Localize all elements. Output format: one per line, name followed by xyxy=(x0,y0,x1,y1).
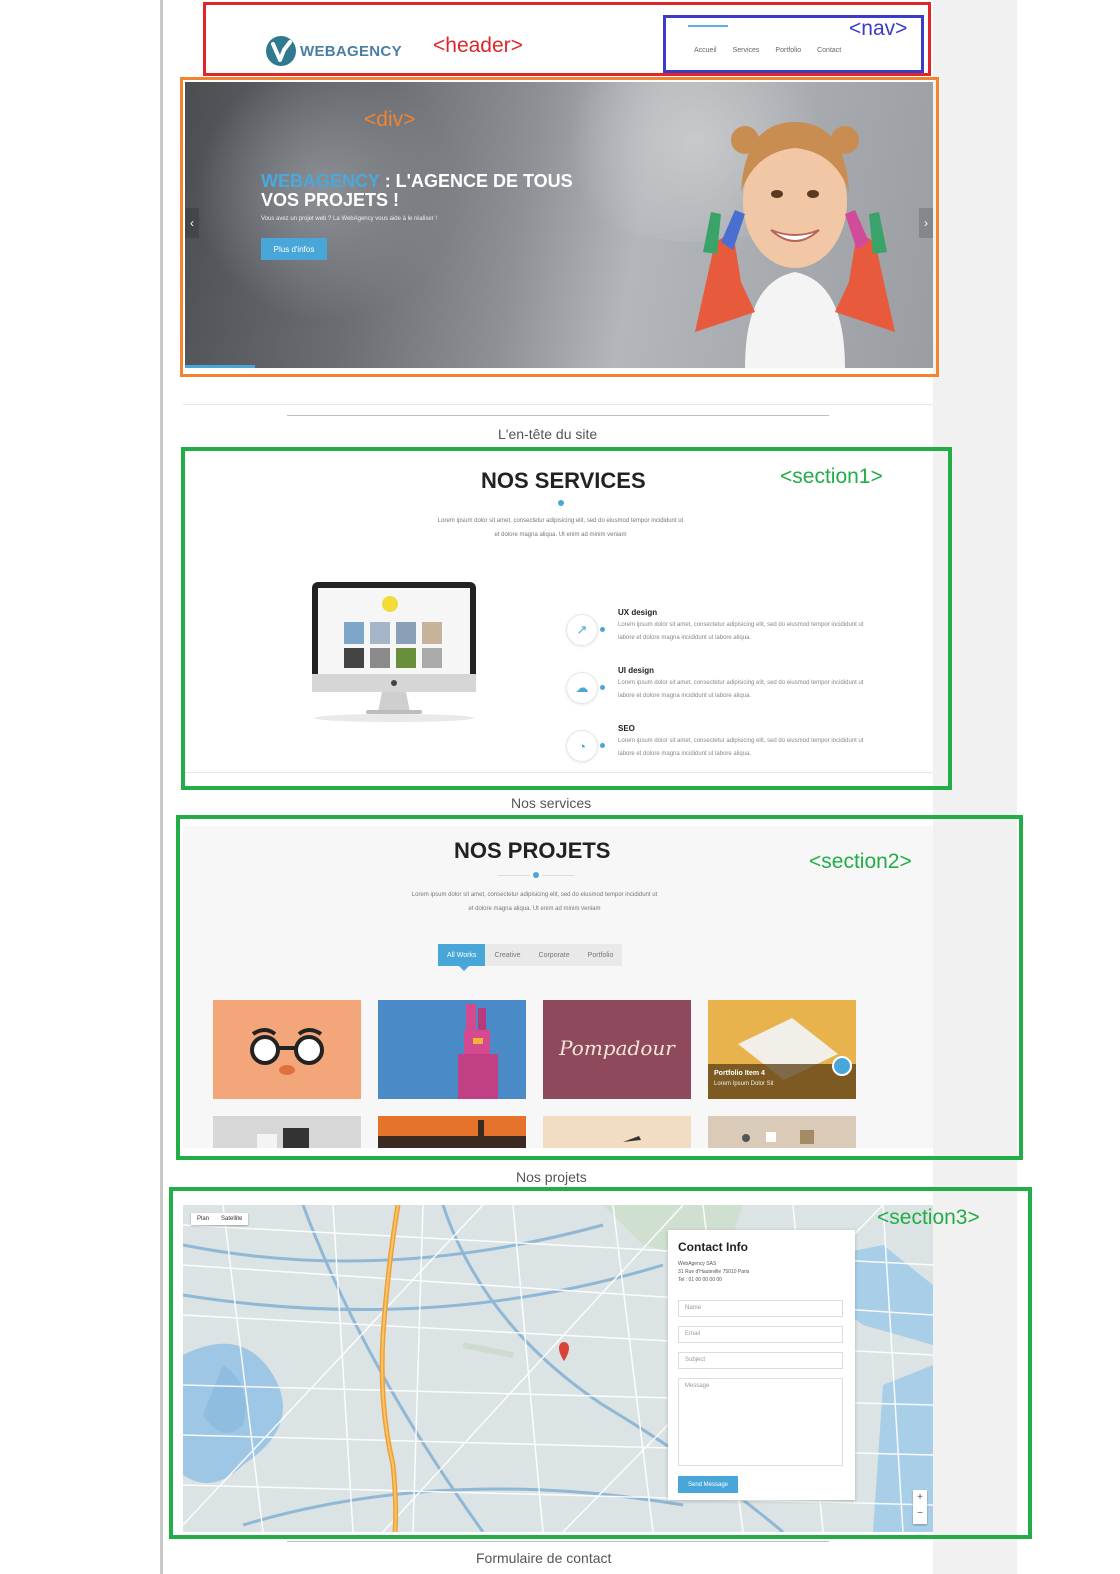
logo-icon xyxy=(266,36,296,66)
services-intro: Lorem ipsum dolor sit amet, consectetur … xyxy=(437,518,684,538)
annotation-section1-label: <section1> xyxy=(780,465,883,488)
name-field[interactable]: Name xyxy=(678,1300,843,1317)
tile-pompadour-text: Pompadour xyxy=(559,1036,675,1060)
service-desc: Lorem ipsum dolor sit amet, consectetur … xyxy=(618,680,864,699)
filter-creative[interactable]: Creative xyxy=(485,944,529,966)
annotation-section3-label: <section3> xyxy=(877,1206,980,1229)
imac-image xyxy=(312,582,476,722)
featured-title: Portfolio Item 4 xyxy=(714,1070,765,1077)
projects-title: NOS PROJETS xyxy=(454,838,611,863)
service-name: SEO xyxy=(618,724,635,733)
hero-subtitle: Vous avez un projet web ? La WebAgency v… xyxy=(261,216,437,222)
project-tile-bunny[interactable] xyxy=(378,1000,526,1099)
hero-title-accent: WEBAGENCY xyxy=(261,171,380,191)
project-tile-bags[interactable] xyxy=(213,1116,361,1148)
project-tile-featured[interactable]: Portfolio Item 4 Lorem Ipsum Dolor Sit xyxy=(708,1000,856,1099)
logo-text[interactable]: WEBAGENCY xyxy=(300,43,402,60)
service-item-ui: ☁ UI design Lorem ipsum dolor sit amet, … xyxy=(566,666,866,716)
more-info-button[interactable]: Plus d'infos xyxy=(261,238,327,260)
divider xyxy=(287,786,829,787)
caption-header: L'en-tête du site xyxy=(498,426,598,442)
email-field[interactable]: Email xyxy=(678,1326,843,1343)
main-nav: Accueil Services Portfolio Contact xyxy=(694,47,841,54)
annotation-section2-label: <section2> xyxy=(809,850,912,873)
title-dot xyxy=(533,872,539,878)
slider-prev-arrow[interactable]: ‹ xyxy=(185,208,199,238)
project-filter-tabs: All Works Creative Corporate Portfolio xyxy=(438,944,623,966)
cloud-icon: ☁ xyxy=(566,672,598,704)
map-type-satellite[interactable]: Satellite xyxy=(215,1213,248,1225)
nav-item-contact[interactable]: Contact xyxy=(817,47,841,54)
services-title: NOS SERVICES xyxy=(481,468,646,493)
annotation-div-label: <div> xyxy=(364,108,416,131)
slider-next-arrow[interactable]: › xyxy=(919,208,933,238)
title-dot xyxy=(558,500,564,506)
annotation-header-label: <header> xyxy=(433,34,523,57)
project-tile-city[interactable] xyxy=(378,1116,526,1148)
nav-item-portfolio[interactable]: Portfolio xyxy=(775,47,801,54)
service-desc: Lorem ipsum dolor sit amet, consectetur … xyxy=(618,622,864,641)
zoom-in-button[interactable]: + xyxy=(913,1490,927,1506)
left-rule xyxy=(160,0,163,1574)
service-name: UX design xyxy=(618,608,658,617)
contact-title: Contact Info xyxy=(678,1240,748,1254)
caption-contact: Formulaire de contact xyxy=(476,1550,612,1566)
glasses-icon xyxy=(250,1028,324,1075)
divider xyxy=(183,404,933,405)
zoom-out-button[interactable]: − xyxy=(913,1506,927,1522)
projects-intro: Lorem ipsum dolor sit amet, consectetur … xyxy=(411,892,658,912)
nav-item-services[interactable]: Services xyxy=(733,47,760,54)
service-name: UI design xyxy=(618,666,655,675)
filter-corporate[interactable]: Corporate xyxy=(530,944,579,966)
hero-slider: WEBAGENCY : L'AGENCE DE TOUS VOS PROJETS… xyxy=(185,82,933,368)
subject-field[interactable]: Subject xyxy=(678,1352,843,1369)
right-gutter xyxy=(933,0,1017,1574)
map-type-toggle: Plan Satellite xyxy=(191,1213,249,1225)
caption-services: Nos services xyxy=(511,795,592,811)
bunny-icon xyxy=(458,1004,498,1099)
service-item-ux: ↗ UX design Lorem ipsum dolor sit amet, … xyxy=(566,608,866,658)
filter-portfolio[interactable]: Portfolio xyxy=(579,944,623,966)
divider xyxy=(287,415,829,416)
service-desc: Lorem ipsum dolor sit amet, consectetur … xyxy=(618,738,864,757)
message-field[interactable]: Message xyxy=(678,1378,843,1466)
divider xyxy=(287,1541,829,1542)
hero-title: WEBAGENCY : L'AGENCE DE TOUS VOS PROJETS… xyxy=(261,172,581,210)
service-item-seo: ◔ SEO Lorem ipsum dolor sit amet, consec… xyxy=(566,724,866,774)
nav-active-indicator xyxy=(688,25,728,27)
contact-form-card: Contact Info WebAgency SAS 31 Rue d'Haut… xyxy=(668,1230,855,1500)
project-tile-items[interactable] xyxy=(708,1116,856,1148)
slider-progress xyxy=(185,365,255,368)
zoom-icon[interactable] xyxy=(832,1056,852,1076)
divider xyxy=(183,772,933,773)
map-zoom-controls: + − xyxy=(913,1490,927,1524)
contact-address: WebAgency SAS 31 Rue d'Hauteville 75010 … xyxy=(678,1261,750,1283)
caption-projects: Nos projets xyxy=(516,1169,587,1185)
project-tile-desk[interactable] xyxy=(543,1116,691,1148)
send-message-button[interactable]: Send Message xyxy=(678,1476,738,1493)
active-tab-caret xyxy=(459,966,469,971)
featured-subtitle: Lorem Ipsum Dolor Sit xyxy=(714,1081,774,1087)
hero-girl-image xyxy=(695,122,895,368)
filter-all-works[interactable]: All Works xyxy=(438,944,486,966)
map-type-plan[interactable]: Plan xyxy=(191,1213,215,1225)
annotated-wireframe: WEBAGENCY Accueil Services Portfolio Con… xyxy=(0,0,1120,1574)
pie-icon: ◔ xyxy=(566,730,598,762)
project-tile-pompadour[interactable]: Pompadour xyxy=(543,1000,691,1099)
annotation-nav-label: <nav> xyxy=(849,17,908,40)
chart-icon: ↗ xyxy=(566,614,598,646)
project-tile-glasses[interactable] xyxy=(213,1000,361,1099)
nav-item-accueil[interactable]: Accueil xyxy=(694,47,717,54)
